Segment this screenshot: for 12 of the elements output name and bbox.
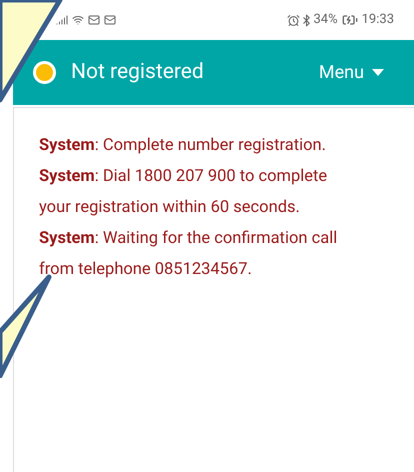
mail-icon (88, 14, 100, 26)
status-time: 19:33 (362, 11, 394, 30)
system-message: System: Dial 1800 207 900 to complete your registration within 60 seconds. (39, 166, 328, 219)
mail-icon (104, 14, 116, 26)
menu-button[interactable]: Menu (318, 59, 384, 86)
registration-status: Not registered (71, 58, 204, 86)
system-message: System: Waiting for the confirmation call from telephone 0851234567. (39, 228, 338, 281)
battery-percent: 34% (313, 11, 338, 30)
alarm-icon (287, 14, 300, 26)
caret-icon (372, 69, 384, 76)
signal-icon (56, 14, 68, 26)
system-message: System: Complete number registration. (39, 135, 327, 157)
